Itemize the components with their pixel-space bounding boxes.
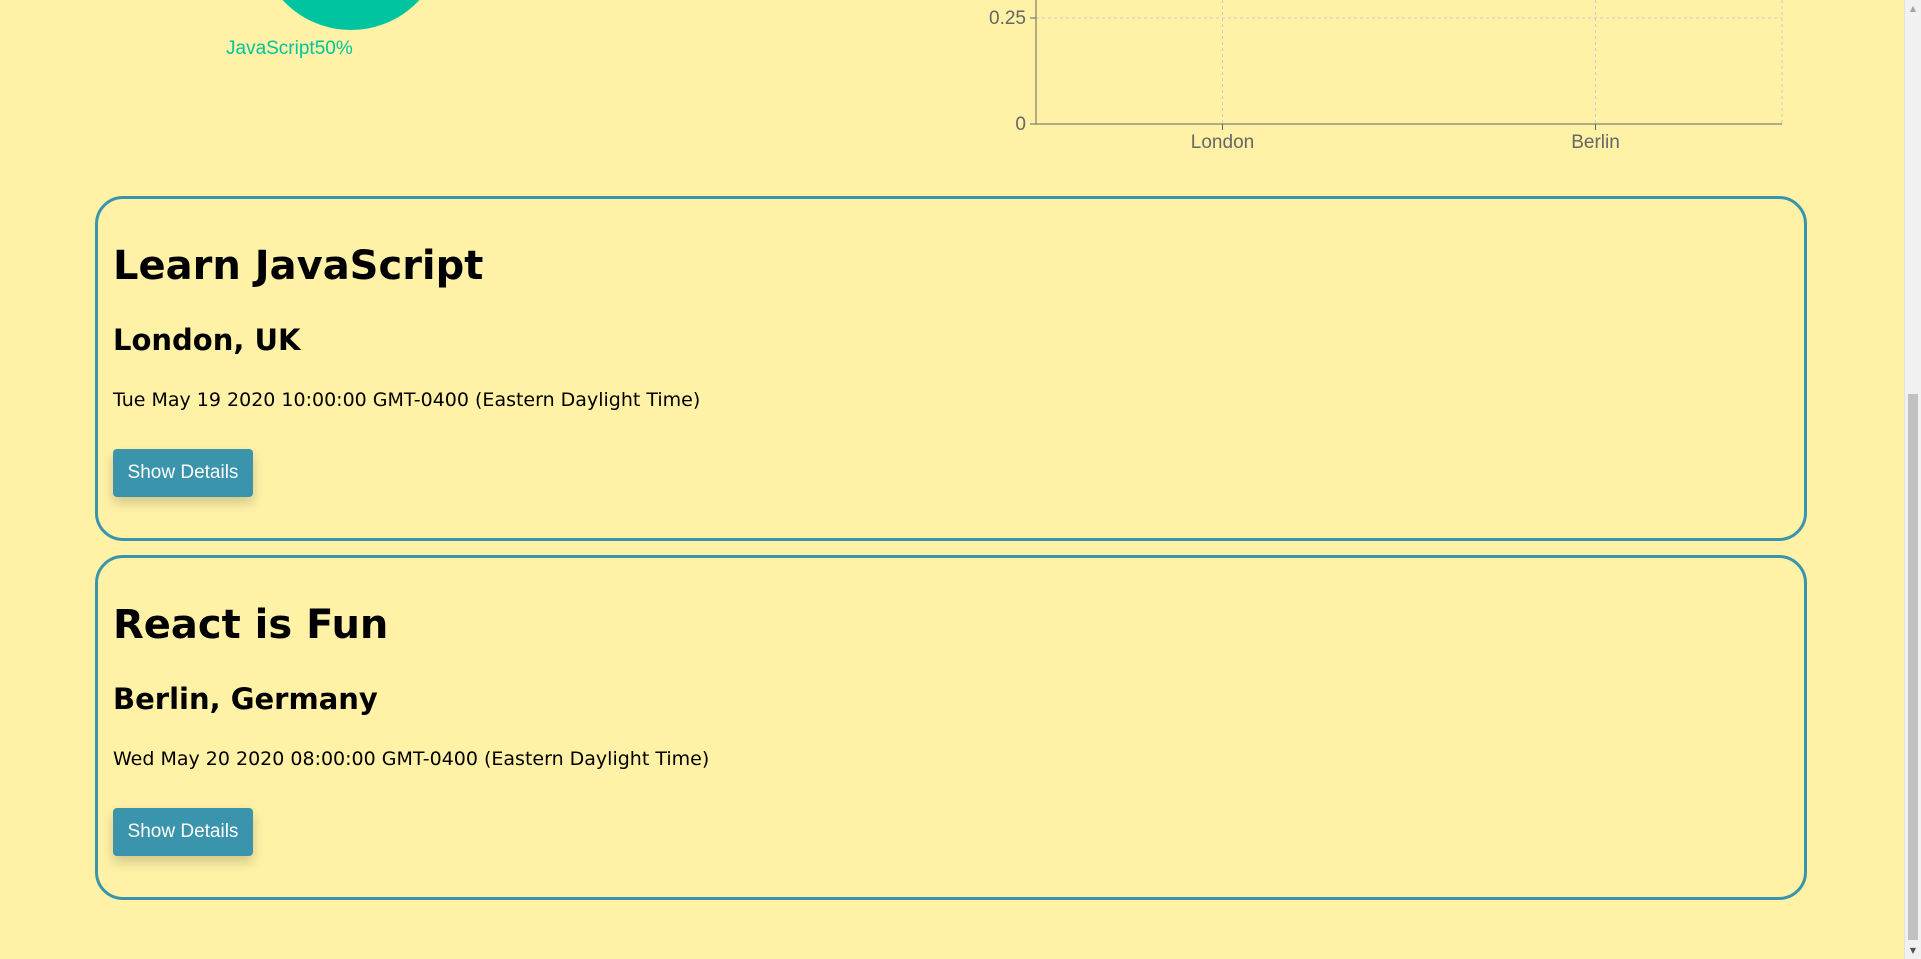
x-tick-label: London — [1191, 132, 1254, 153]
pie-label-javascript: JavaScript50% — [226, 38, 353, 59]
triangle-up-icon[interactable]: ▲ — [1905, 0, 1921, 17]
event-card: React is Fun Berlin, Germany Wed May 20 … — [95, 555, 1807, 900]
triangle-down-icon[interactable]: ▼ — [1905, 942, 1921, 959]
event-location: London, UK — [113, 323, 301, 357]
pie-slice-javascript — [258, 0, 444, 30]
y-tick-label: 0 — [1015, 114, 1026, 135]
event-date: Tue May 19 2020 10:00:00 GMT-0400 (Easte… — [113, 389, 701, 411]
show-details-button[interactable]: Show Details — [113, 808, 253, 856]
event-list: Learn JavaScript London, UK Tue May 19 2… — [95, 196, 1807, 914]
scrollbar-thumb[interactable] — [1908, 394, 1918, 940]
page: JavaScript50% 0 0.25 London Berlin Learn Ja… — [0, 0, 1921, 959]
event-date: Wed May 20 2020 08:00:00 GMT-0400 (Easte… — [113, 748, 710, 770]
bar-chart: 0 0.25 London Berlin — [960, 0, 1800, 160]
show-details-button[interactable]: Show Details — [113, 449, 253, 497]
event-card: Learn JavaScript London, UK Tue May 19 2… — [95, 196, 1807, 541]
y-tick-label: 0.25 — [989, 8, 1026, 29]
pie-chart: JavaScript50% — [0, 0, 700, 150]
event-title: React is Fun — [113, 602, 389, 648]
x-tick-label: Berlin — [1571, 132, 1620, 153]
event-title: Learn JavaScript — [113, 243, 484, 289]
event-location: Berlin, Germany — [113, 682, 378, 716]
vertical-scrollbar[interactable]: ▲ ▼ — [1904, 0, 1921, 959]
bar-chart-svg: 0 0.25 London Berlin — [989, 0, 1783, 153]
